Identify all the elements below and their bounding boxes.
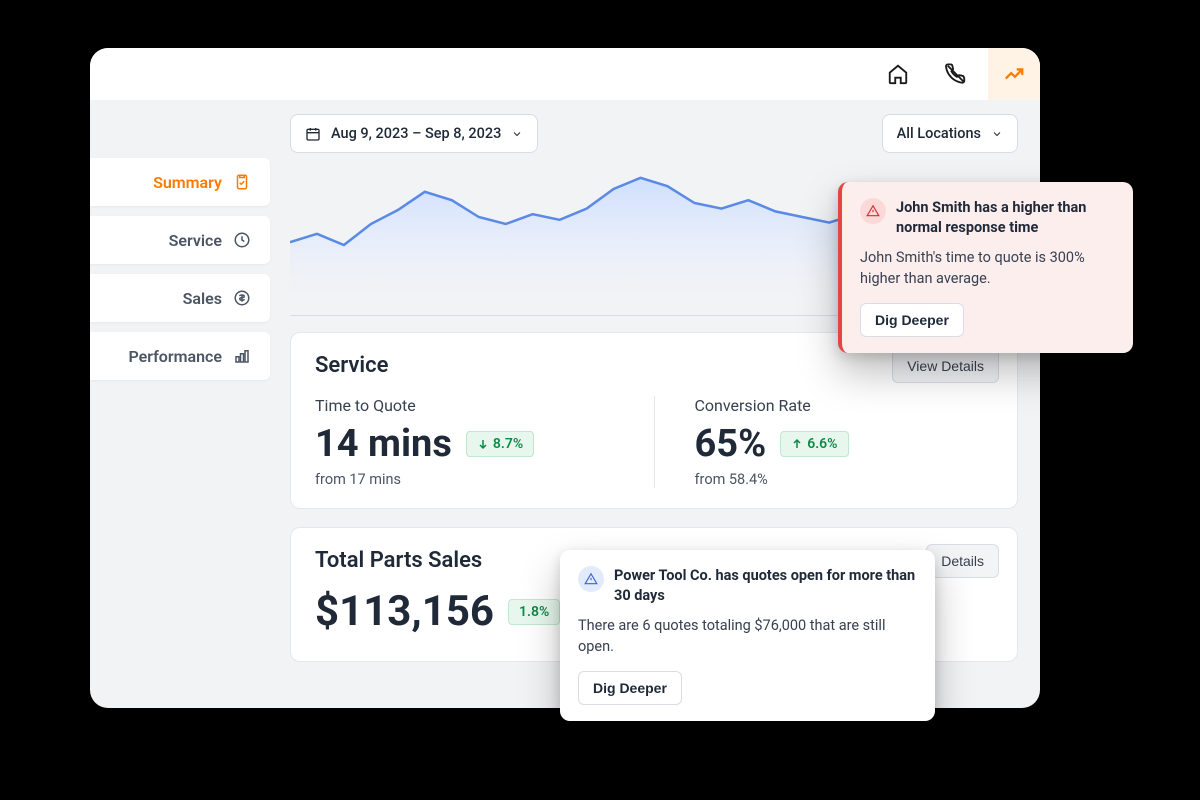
total-sales-value: $113,156 [315,591,494,633]
alert-popover-info: Power Tool Co. has quotes open for more … [560,550,935,721]
sidebar-tab-sales[interactable]: Sales [90,274,270,322]
trending-up-icon[interactable] [988,48,1040,100]
metric-sub: from 58.4% [695,471,994,488]
alert-title: Power Tool Co. has quotes open for more … [614,566,917,605]
location-label: All Locations [897,125,981,142]
metric-label: Time to Quote [315,396,614,415]
dig-deeper-button[interactable]: Dig Deeper [578,671,682,705]
delta-value: 8.7% [493,436,523,452]
sidebar-tab-summary[interactable]: Summary [90,158,270,206]
delta-value: 6.6% [807,436,837,452]
sidebar-tab-label: Sales [183,289,222,308]
chevron-down-icon [991,128,1003,140]
sidebar-tab-label: Performance [128,347,222,366]
clock-icon [232,230,252,250]
alert-popover-warning: John Smith has a higher than normal resp… [838,182,1133,353]
arrow-down-icon [477,438,489,450]
sidebar-tab-performance[interactable]: Performance [90,332,270,380]
date-range-label: Aug 9, 2023 – Sep 8, 2023 [331,125,501,142]
conversion-rate-metric: Conversion Rate 65% 6.6% from 58.4% [654,396,994,488]
delta-badge: 6.6% [780,431,848,457]
bar-chart-icon [232,346,252,366]
dig-deeper-button[interactable]: Dig Deeper [860,303,964,337]
delta-value: 1.8% [519,604,549,620]
sidebar-tab-label: Summary [153,173,222,192]
view-details-button[interactable]: Details [926,544,999,578]
arrow-up-icon [791,438,803,450]
conversion-rate-value: 65% [695,425,767,463]
alert-triangle-icon [860,198,886,224]
delta-badge: 8.7% [466,431,534,457]
metric-label: Conversion Rate [695,396,994,415]
home-icon[interactable] [872,48,924,100]
phone-off-icon[interactable] [930,48,982,100]
sidebar: Summary Service Sales Performance [90,158,270,390]
calendar-icon [305,126,321,142]
location-dropdown[interactable]: All Locations [882,114,1018,153]
date-range-dropdown[interactable]: Aug 9, 2023 – Sep 8, 2023 [290,114,538,153]
alert-body: John Smith's time to quote is 300% highe… [860,247,1115,289]
alert-body: There are 6 quotes totaling $76,000 that… [578,615,917,657]
sidebar-tab-service[interactable]: Service [90,216,270,264]
dollar-icon [232,288,252,308]
top-toolbar [90,48,1040,100]
time-to-quote-value: 14 mins [315,425,452,463]
alert-title: John Smith has a higher than normal resp… [896,198,1115,237]
alert-triangle-icon [578,566,604,592]
time-to-quote-metric: Time to Quote 14 mins 8.7% from 17 mins [315,396,614,488]
metric-sub: from 17 mins [315,471,614,488]
clipboard-check-icon [232,172,252,192]
delta-badge: 1.8% [508,599,560,625]
chevron-down-icon [511,128,523,140]
sidebar-tab-label: Service [169,231,222,250]
service-card: Service View Details Time to Quote 14 mi… [290,332,1018,509]
view-details-button[interactable]: View Details [892,349,999,383]
filter-bar: Aug 9, 2023 – Sep 8, 2023 All Locations [290,114,1018,153]
